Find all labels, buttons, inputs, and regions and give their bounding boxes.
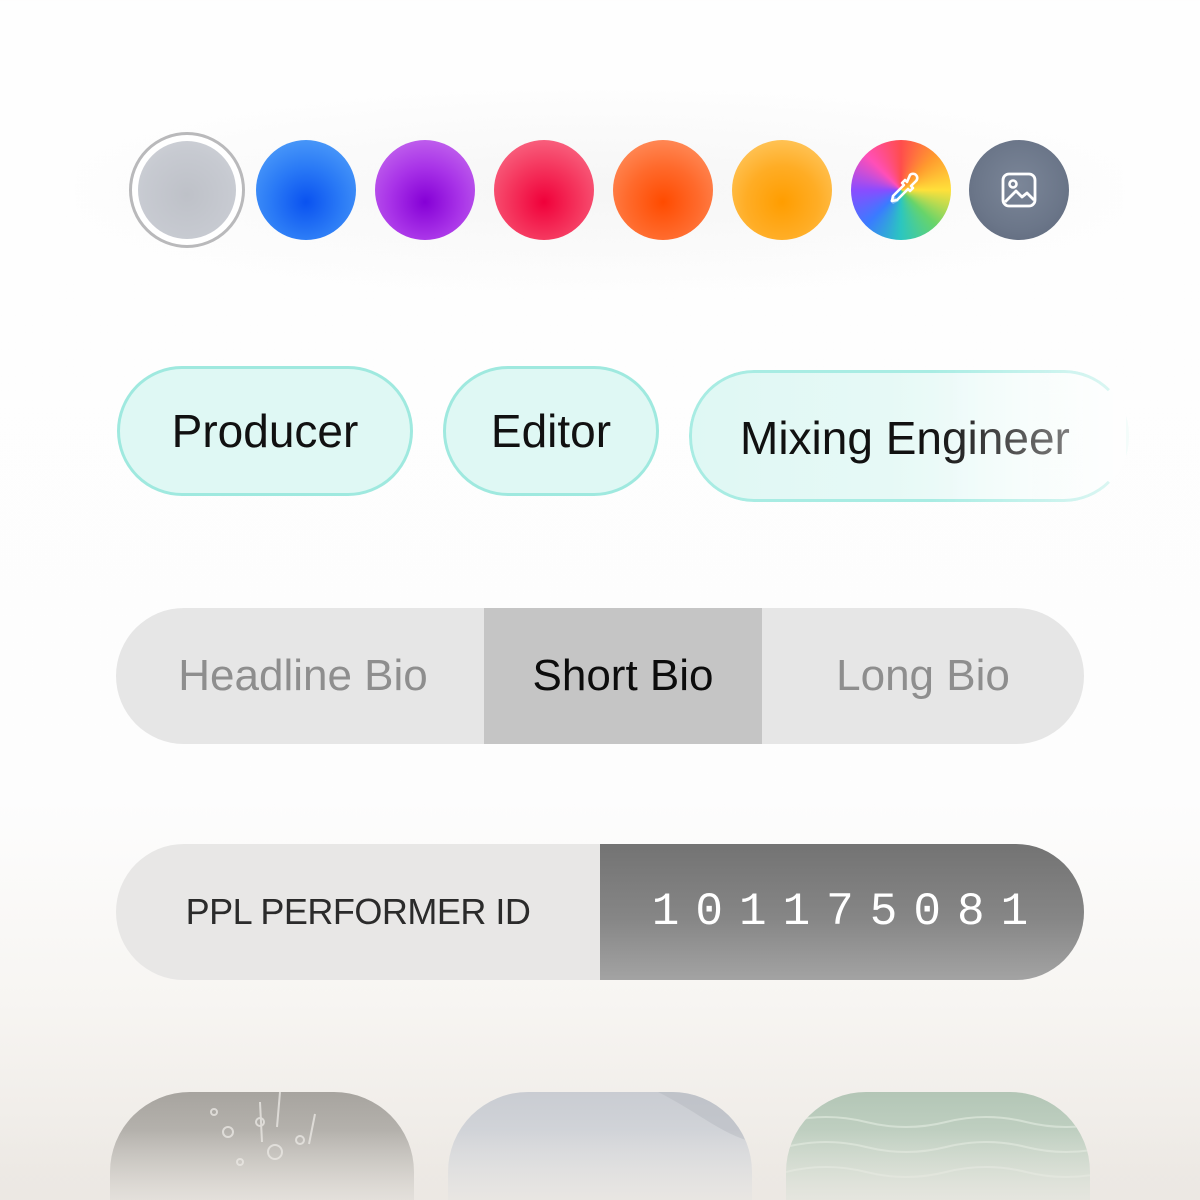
image-background-button[interactable] — [969, 140, 1069, 240]
custom-color-button[interactable] — [851, 140, 951, 240]
tab-long-bio[interactable]: Long Bio — [762, 608, 1084, 744]
swatch-red[interactable] — [494, 140, 594, 240]
swatch-purple[interactable] — [375, 140, 475, 240]
background-thumbnail-sea[interactable] — [786, 1092, 1090, 1200]
background-thumbnail-sky[interactable] — [448, 1092, 752, 1200]
role-chip-mixing-engineer[interactable]: Mixing Engineer — [689, 370, 1129, 502]
eyedropper-icon — [890, 172, 919, 204]
tab-short-bio[interactable]: Short Bio — [484, 608, 762, 744]
bio-length-segmented-control: Headline Bio Short Bio Long Bio — [116, 608, 1084, 744]
performer-id-label: PPL PERFORMER ID — [185, 891, 531, 932]
role-chip-editor[interactable]: Editor — [443, 366, 659, 496]
swatch-blue[interactable] — [256, 140, 356, 240]
image-icon — [1001, 172, 1037, 208]
sea-image — [786, 1116, 1090, 1178]
swatch-orange[interactable] — [613, 140, 713, 240]
swatch-gray-fill — [138, 141, 236, 239]
performer-id-field[interactable]: PPL PERFORMER ID 101175081 — [116, 844, 1084, 980]
performer-id-value: 101175081 — [600, 844, 1084, 980]
tab-headline-bio[interactable]: Headline Bio — [116, 608, 484, 744]
role-chip-producer[interactable]: Producer — [117, 366, 413, 496]
sky-image — [658, 1092, 752, 1142]
swatch-yellow[interactable] — [732, 140, 832, 240]
swatch-gray[interactable] — [129, 132, 245, 248]
background-thumbnail-water-splash[interactable] — [110, 1092, 414, 1200]
water-splash-image — [210, 1092, 316, 1166]
